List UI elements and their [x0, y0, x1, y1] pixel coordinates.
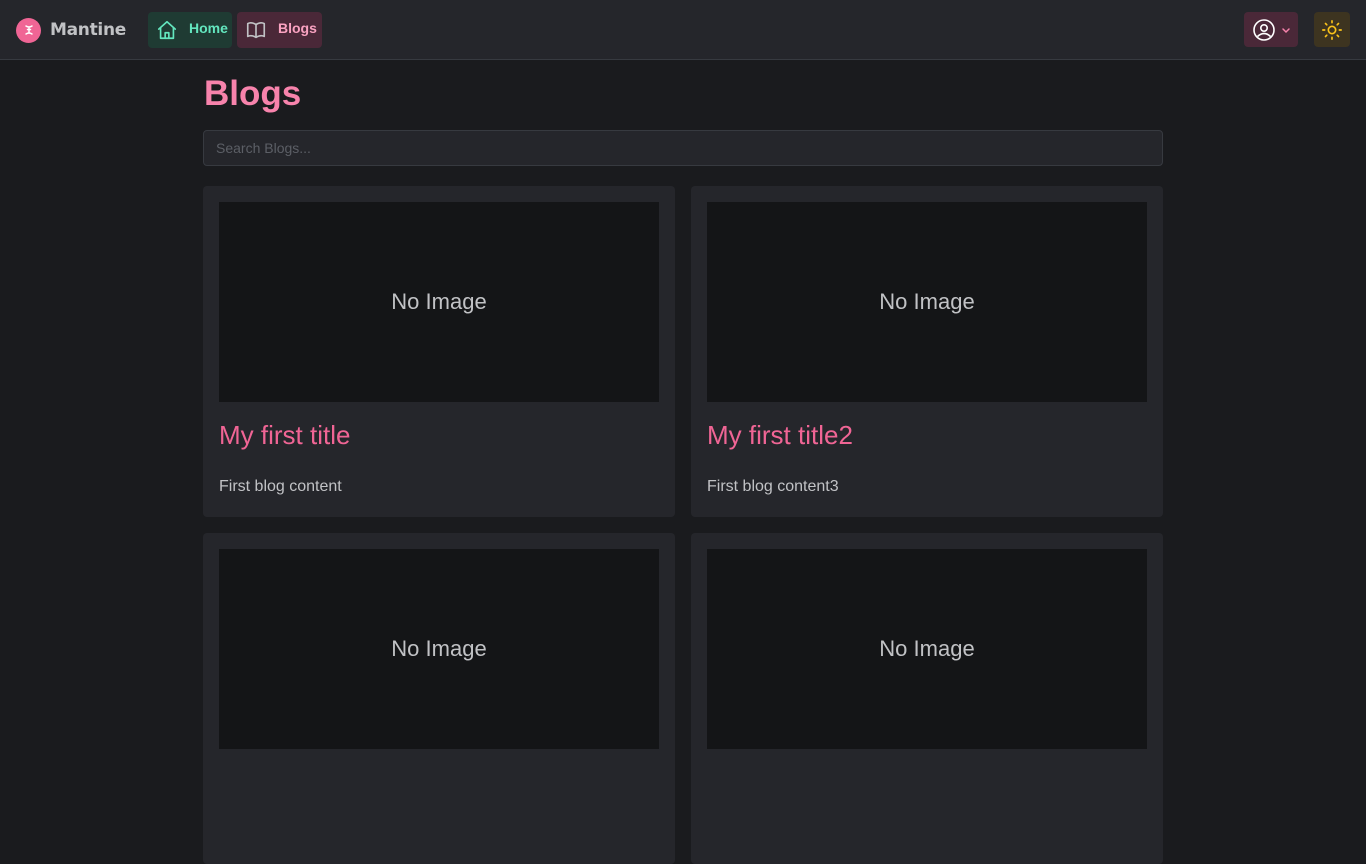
home-icon — [156, 19, 178, 41]
page-title: Blogs — [204, 74, 302, 113]
mantine-logo-icon — [16, 17, 41, 43]
blog-card-image-placeholder: No Image — [219, 549, 659, 749]
search-input[interactable] — [203, 130, 1163, 166]
blog-card-image-placeholder: No Image — [707, 202, 1147, 402]
brand-name: Mantine — [50, 20, 126, 40]
blog-card-image-placeholder: No Image — [219, 202, 659, 402]
blog-card[interactable]: No Image — [203, 533, 675, 864]
theme-toggle-button[interactable] — [1314, 12, 1350, 47]
app-header: Mantine Home Blogs — [0, 0, 1366, 60]
nav-blogs-button[interactable]: Blogs — [237, 12, 322, 48]
brand-logo[interactable]: Mantine — [16, 17, 126, 43]
book-icon — [245, 19, 267, 41]
blog-card-content: First blog content — [219, 478, 342, 495]
blog-card-image-placeholder: No Image — [707, 549, 1147, 749]
blog-card-title[interactable]: My first title — [219, 420, 350, 451]
user-circle-icon — [1252, 18, 1276, 42]
blog-card[interactable]: No Image My first title2 First blog cont… — [691, 186, 1163, 517]
chevron-down-icon — [1280, 24, 1292, 36]
nav-blogs-label: Blogs — [278, 20, 317, 36]
blog-card[interactable]: No Image — [691, 533, 1163, 864]
blog-card[interactable]: No Image My first title First blog conte… — [203, 186, 675, 517]
user-menu-button[interactable] — [1244, 12, 1298, 47]
nav-home-button[interactable]: Home — [148, 12, 232, 48]
blog-card-title[interactable]: My first title2 — [707, 420, 853, 451]
nav-home-label: Home — [189, 20, 228, 36]
sun-icon — [1321, 19, 1343, 41]
blog-card-content: First blog content3 — [707, 478, 839, 495]
